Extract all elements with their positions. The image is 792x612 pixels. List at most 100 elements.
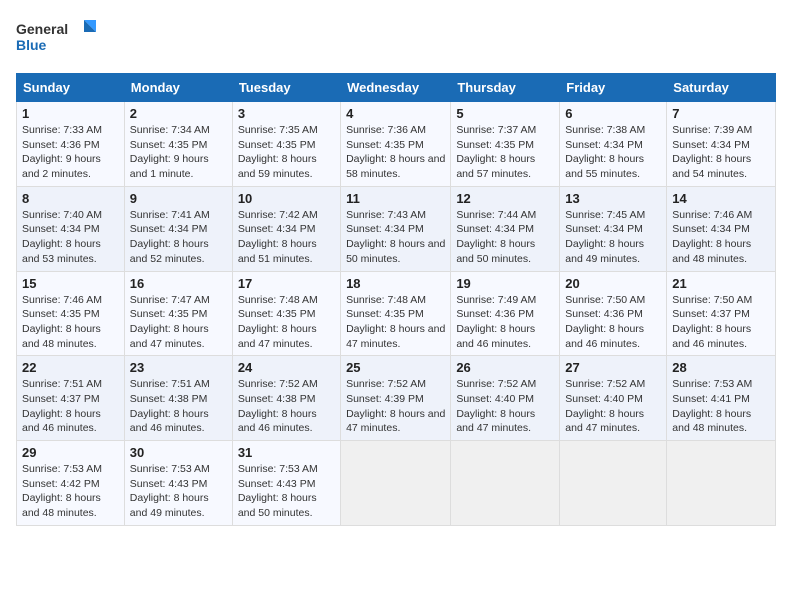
calendar-day-header: Wednesday xyxy=(341,74,451,102)
day-number: 15 xyxy=(22,276,119,291)
calendar-day-cell: 19 Sunrise: 7:49 AMSunset: 4:36 PMDayligh… xyxy=(451,271,560,356)
calendar-day-cell: 3 Sunrise: 7:35 AMSunset: 4:35 PMDaylight… xyxy=(232,102,340,187)
day-number: 16 xyxy=(130,276,227,291)
day-detail: Sunrise: 7:39 AMSunset: 4:34 PMDaylight:… xyxy=(672,123,770,182)
calendar-day-cell: 27 Sunrise: 7:52 AMSunset: 4:40 PMDayligh… xyxy=(560,356,667,441)
day-detail: Sunrise: 7:52 AMSunset: 4:40 PMDaylight:… xyxy=(456,377,554,436)
calendar-day-cell: 18 Sunrise: 7:48 AMSunset: 4:35 PMDayligh… xyxy=(341,271,451,356)
calendar-day-cell: 25Sunrise: 7:52 AMSunset: 4:39 PMDayligh… xyxy=(341,356,451,441)
day-number: 8 xyxy=(22,191,119,206)
calendar-week-row: 1 Sunrise: 7:33 AMSunset: 4:36 PMDaylight… xyxy=(17,102,776,187)
calendar-day-cell: 9 Sunrise: 7:41 AMSunset: 4:34 PMDaylight… xyxy=(124,186,232,271)
calendar-week-row: 15 Sunrise: 7:46 AMSunset: 4:35 PMDayligh… xyxy=(17,271,776,356)
calendar-day-cell: 12Sunrise: 7:44 AMSunset: 4:34 PMDayligh… xyxy=(451,186,560,271)
day-detail: Sunrise: 7:43 AMSunset: 4:34 PMDaylight:… xyxy=(346,208,445,267)
calendar-day-cell: 28Sunrise: 7:53 AMSunset: 4:41 PMDayligh… xyxy=(667,356,776,441)
day-number: 18 xyxy=(346,276,445,291)
day-number: 2 xyxy=(130,106,227,121)
calendar-week-row: 8 Sunrise: 7:40 AMSunset: 4:34 PMDaylight… xyxy=(17,186,776,271)
calendar-day-cell: 22Sunrise: 7:51 AMSunset: 4:37 PMDayligh… xyxy=(17,356,125,441)
day-detail: Sunrise: 7:37 AMSunset: 4:35 PMDaylight:… xyxy=(456,123,554,182)
svg-text:General: General xyxy=(16,21,68,37)
calendar-day-cell: 14 Sunrise: 7:46 AMSunset: 4:34 PMDayligh… xyxy=(667,186,776,271)
day-number: 23 xyxy=(130,360,227,375)
day-detail: Sunrise: 7:42 AMSunset: 4:34 PMDaylight:… xyxy=(238,208,335,267)
calendar-day-header: Monday xyxy=(124,74,232,102)
day-detail: Sunrise: 7:48 AMSunset: 4:35 PMDaylight:… xyxy=(238,293,335,352)
day-number: 29 xyxy=(22,445,119,460)
calendar-day-cell: 1 Sunrise: 7:33 AMSunset: 4:36 PMDaylight… xyxy=(17,102,125,187)
calendar-week-row: 29Sunrise: 7:53 AMSunset: 4:42 PMDayligh… xyxy=(17,441,776,526)
day-detail: Sunrise: 7:35 AMSunset: 4:35 PMDaylight:… xyxy=(238,123,335,182)
day-detail: Sunrise: 7:52 AMSunset: 4:38 PMDaylight:… xyxy=(238,377,335,436)
day-number: 10 xyxy=(238,191,335,206)
day-number: 14 xyxy=(672,191,770,206)
calendar-day-cell xyxy=(451,441,560,526)
day-number: 4 xyxy=(346,106,445,121)
day-number: 31 xyxy=(238,445,335,460)
day-number: 1 xyxy=(22,106,119,121)
logo-svg: General Blue xyxy=(16,16,96,61)
day-detail: Sunrise: 7:38 AMSunset: 4:34 PMDaylight:… xyxy=(565,123,661,182)
day-detail: Sunrise: 7:46 AMSunset: 4:35 PMDaylight:… xyxy=(22,293,119,352)
day-detail: Sunrise: 7:36 AMSunset: 4:35 PMDaylight:… xyxy=(346,123,445,182)
calendar-day-cell: 31 Sunrise: 7:53 AMSunset: 4:43 PMDayligh… xyxy=(232,441,340,526)
day-detail: Sunrise: 7:47 AMSunset: 4:35 PMDaylight:… xyxy=(130,293,227,352)
calendar-day-cell: 10 Sunrise: 7:42 AMSunset: 4:34 PMDayligh… xyxy=(232,186,340,271)
day-detail: Sunrise: 7:46 AMSunset: 4:34 PMDaylight:… xyxy=(672,208,770,267)
calendar-week-row: 22Sunrise: 7:51 AMSunset: 4:37 PMDayligh… xyxy=(17,356,776,441)
calendar-day-cell: 15 Sunrise: 7:46 AMSunset: 4:35 PMDayligh… xyxy=(17,271,125,356)
day-detail: Sunrise: 7:49 AMSunset: 4:36 PMDaylight:… xyxy=(456,293,554,352)
day-detail: Sunrise: 7:51 AMSunset: 4:38 PMDaylight:… xyxy=(130,377,227,436)
calendar-day-cell: 13Sunrise: 7:45 AMSunset: 4:34 PMDayligh… xyxy=(560,186,667,271)
calendar-day-cell: 20 Sunrise: 7:50 AMSunset: 4:36 PMDayligh… xyxy=(560,271,667,356)
day-number: 24 xyxy=(238,360,335,375)
calendar-day-cell: 11 Sunrise: 7:43 AMSunset: 4:34 PMDayligh… xyxy=(341,186,451,271)
calendar-day-cell: 8 Sunrise: 7:40 AMSunset: 4:34 PMDaylight… xyxy=(17,186,125,271)
day-detail: Sunrise: 7:50 AMSunset: 4:36 PMDaylight:… xyxy=(565,293,661,352)
calendar-day-cell: 26 Sunrise: 7:52 AMSunset: 4:40 PMDayligh… xyxy=(451,356,560,441)
day-detail: Sunrise: 7:40 AMSunset: 4:34 PMDaylight:… xyxy=(22,208,119,267)
day-number: 20 xyxy=(565,276,661,291)
calendar-day-cell: 24 Sunrise: 7:52 AMSunset: 4:38 PMDayligh… xyxy=(232,356,340,441)
day-number: 9 xyxy=(130,191,227,206)
calendar-day-header: Thursday xyxy=(451,74,560,102)
calendar-body: 1 Sunrise: 7:33 AMSunset: 4:36 PMDaylight… xyxy=(17,102,776,526)
day-number: 26 xyxy=(456,360,554,375)
day-detail: Sunrise: 7:44 AMSunset: 4:34 PMDaylight:… xyxy=(456,208,554,267)
day-number: 7 xyxy=(672,106,770,121)
day-number: 22 xyxy=(22,360,119,375)
day-number: 19 xyxy=(456,276,554,291)
calendar-table: SundayMondayTuesdayWednesdayThursdayFrid… xyxy=(16,73,776,526)
day-detail: Sunrise: 7:48 AMSunset: 4:35 PMDaylight:… xyxy=(346,293,445,352)
day-number: 3 xyxy=(238,106,335,121)
calendar-day-cell xyxy=(341,441,451,526)
calendar-day-cell: 5 Sunrise: 7:37 AMSunset: 4:35 PMDaylight… xyxy=(451,102,560,187)
calendar-day-cell: 17 Sunrise: 7:48 AMSunset: 4:35 PMDayligh… xyxy=(232,271,340,356)
calendar-day-cell: 6Sunrise: 7:38 AMSunset: 4:34 PMDaylight… xyxy=(560,102,667,187)
day-detail: Sunrise: 7:34 AMSunset: 4:35 PMDaylight:… xyxy=(130,123,227,182)
calendar-day-cell xyxy=(560,441,667,526)
page-header: General Blue xyxy=(16,16,776,61)
calendar-header-row: SundayMondayTuesdayWednesdayThursdayFrid… xyxy=(17,74,776,102)
day-number: 5 xyxy=(456,106,554,121)
day-number: 25 xyxy=(346,360,445,375)
day-detail: Sunrise: 7:50 AMSunset: 4:37 PMDaylight:… xyxy=(672,293,770,352)
day-detail: Sunrise: 7:52 AMSunset: 4:40 PMDaylight:… xyxy=(565,377,661,436)
logo: General Blue xyxy=(16,16,96,61)
calendar-day-cell: 2 Sunrise: 7:34 AMSunset: 4:35 PMDaylight… xyxy=(124,102,232,187)
day-detail: Sunrise: 7:45 AMSunset: 4:34 PMDaylight:… xyxy=(565,208,661,267)
day-detail: Sunrise: 7:33 AMSunset: 4:36 PMDaylight:… xyxy=(22,123,119,182)
day-detail: Sunrise: 7:41 AMSunset: 4:34 PMDaylight:… xyxy=(130,208,227,267)
day-number: 17 xyxy=(238,276,335,291)
day-number: 27 xyxy=(565,360,661,375)
day-number: 30 xyxy=(130,445,227,460)
day-detail: Sunrise: 7:53 AMSunset: 4:43 PMDaylight:… xyxy=(238,462,335,521)
day-detail: Sunrise: 7:53 AMSunset: 4:43 PMDaylight:… xyxy=(130,462,227,521)
calendar-day-cell: 23 Sunrise: 7:51 AMSunset: 4:38 PMDayligh… xyxy=(124,356,232,441)
day-detail: Sunrise: 7:53 AMSunset: 4:41 PMDaylight:… xyxy=(672,377,770,436)
day-number: 11 xyxy=(346,191,445,206)
calendar-day-cell: 4 Sunrise: 7:36 AMSunset: 4:35 PMDaylight… xyxy=(341,102,451,187)
calendar-day-cell: 30 Sunrise: 7:53 AMSunset: 4:43 PMDayligh… xyxy=(124,441,232,526)
calendar-day-cell: 16 Sunrise: 7:47 AMSunset: 4:35 PMDayligh… xyxy=(124,271,232,356)
